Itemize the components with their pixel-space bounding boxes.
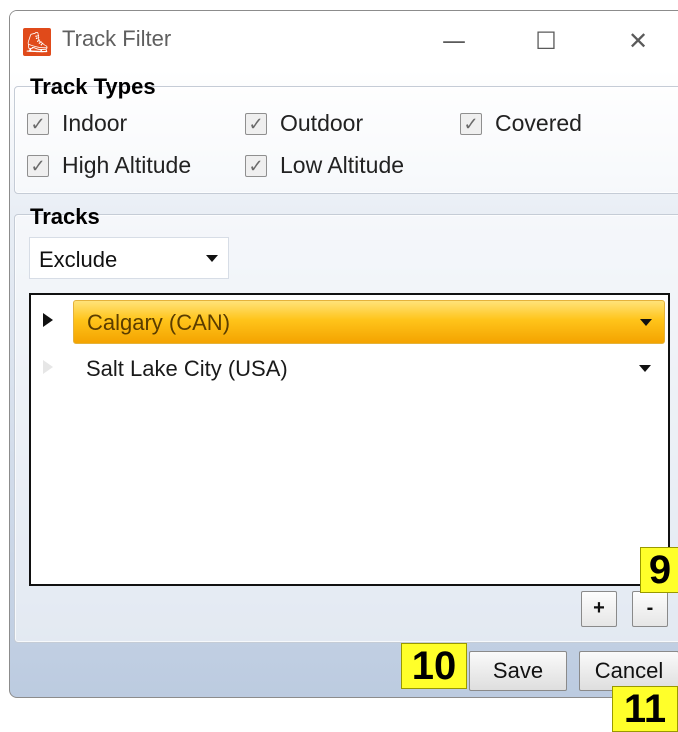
annotation-marker-9: 9	[640, 547, 678, 593]
dropdown-value: Exclude	[39, 247, 118, 272]
high-altitude-label: High Altitude	[62, 152, 192, 178]
row-selected-arrow-icon	[43, 313, 53, 327]
close-button[interactable]: ✕	[615, 21, 661, 61]
close-icon: ✕	[627, 27, 649, 55]
row-arrow-icon	[43, 360, 53, 374]
covered-checkbox[interactable]: ✓ Covered	[460, 110, 582, 137]
indoor-checkbox[interactable]: ✓ Indoor	[27, 110, 127, 137]
track-types-heading: Track Types	[30, 74, 156, 99]
check-icon: ✓	[460, 112, 482, 135]
covered-label: Covered	[495, 110, 582, 136]
include-exclude-dropdown[interactable]: Exclude	[29, 237, 229, 279]
outdoor-label: Outdoor	[280, 110, 364, 136]
minimize-icon: —	[442, 27, 466, 55]
high-altitude-checkbox[interactable]: ✓ High Altitude	[27, 152, 191, 179]
add-track-button[interactable]: +	[581, 591, 617, 627]
track-name: Salt Lake City (USA)	[86, 356, 288, 381]
outdoor-checkbox[interactable]: ✓ Outdoor	[245, 110, 363, 137]
chevron-down-icon	[639, 365, 651, 372]
title-bar[interactable]: ⛸ Track Filter — ☐ ✕	[10, 11, 678, 67]
check-icon: ✓	[245, 154, 267, 177]
window-title: Track Filter	[62, 26, 172, 51]
minimize-button[interactable]: —	[431, 21, 477, 61]
list-item[interactable]: Calgary (CAN)	[31, 299, 668, 344]
cancel-button[interactable]: Cancel	[579, 651, 678, 691]
track-name: Calgary (CAN)	[87, 310, 231, 335]
track-dropdown[interactable]: Salt Lake City (USA)	[73, 347, 663, 389]
remove-track-button[interactable]: -	[632, 591, 668, 627]
low-altitude-label: Low Altitude	[280, 152, 405, 178]
indoor-label: Indoor	[62, 110, 128, 136]
check-icon: ✓	[245, 112, 267, 135]
annotation-marker-10: 10	[401, 643, 467, 689]
tracks-list[interactable]: Calgary (CAN) Salt Lake City (USA)	[29, 293, 670, 586]
maximize-icon: ☐	[535, 27, 557, 55]
skater-icon: ⛸	[23, 28, 51, 56]
low-altitude-checkbox[interactable]: ✓ Low Altitude	[245, 152, 404, 179]
chevron-down-icon	[206, 255, 218, 262]
check-icon: ✓	[27, 112, 49, 135]
maximize-button[interactable]: ☐	[523, 21, 569, 61]
chevron-down-icon	[640, 319, 652, 326]
check-icon: ✓	[27, 154, 49, 177]
annotation-marker-11: 11	[612, 686, 678, 732]
list-item[interactable]: Salt Lake City (USA)	[31, 346, 668, 390]
track-filter-window: ⛸ Track Filter — ☐ ✕ Track Types ✓ Indoo…	[9, 10, 678, 698]
track-dropdown[interactable]: Calgary (CAN)	[73, 300, 665, 344]
save-button[interactable]: Save	[469, 651, 567, 691]
tracks-heading: Tracks	[30, 204, 100, 229]
